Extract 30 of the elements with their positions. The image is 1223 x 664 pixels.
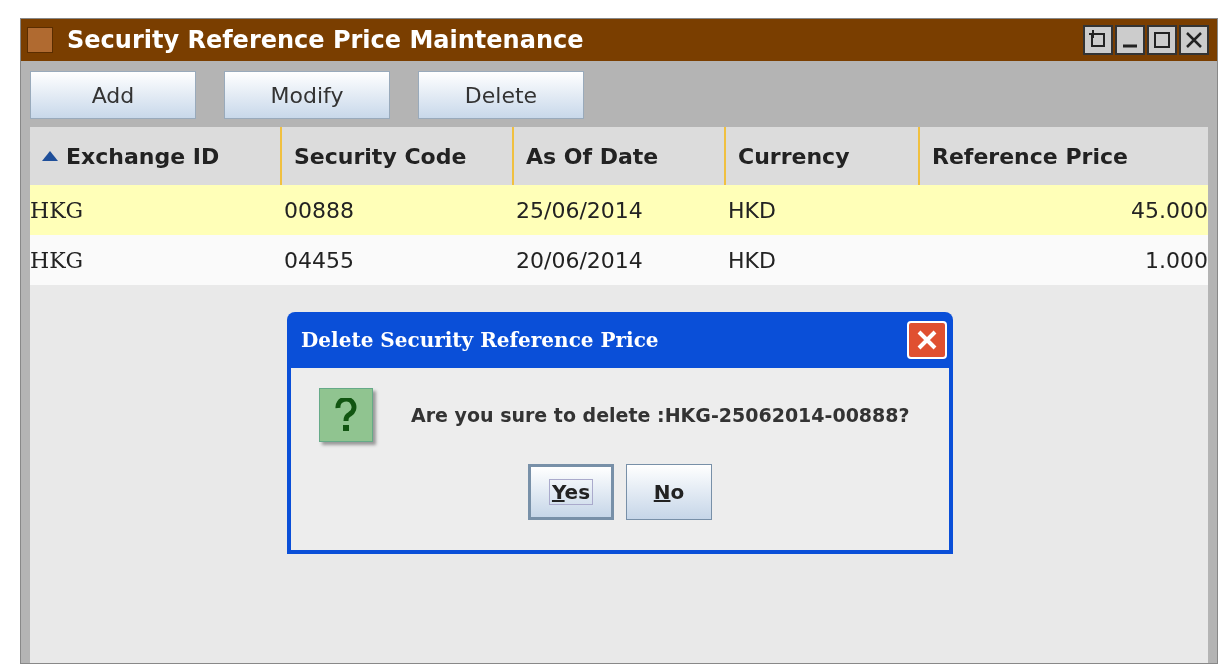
table-cell: 1.000 bbox=[1145, 247, 1208, 273]
table-row[interactable]: HKG 04455 20/06/2014 HKD 1.000 bbox=[30, 235, 1208, 285]
window-title: Security Reference Price Maintenance bbox=[67, 25, 585, 56]
dialog-message: Are you sure to delete :HKG-25062014-00888? bbox=[411, 402, 910, 428]
table-cell: 45.000 bbox=[1131, 197, 1208, 223]
table-cell: 25/06/2014 bbox=[516, 197, 643, 223]
toolbar-button[interactable]: Delete bbox=[418, 71, 584, 119]
window-icon bbox=[27, 27, 53, 53]
toolbar-button[interactable]: Modify bbox=[224, 71, 390, 119]
close-icon[interactable] bbox=[1179, 25, 1209, 55]
toolbar-button[interactable]: Add bbox=[30, 71, 196, 119]
close-icon bbox=[916, 329, 938, 351]
table-cell: HKD bbox=[728, 247, 776, 273]
table-cell: HKG bbox=[30, 197, 84, 223]
table-cell: 00888 bbox=[284, 197, 354, 223]
table-cell: HKD bbox=[728, 197, 776, 223]
table-cell: 04455 bbox=[284, 247, 354, 273]
column-header[interactable]: Reference Price bbox=[920, 127, 1208, 185]
minimize-icon[interactable] bbox=[1115, 25, 1145, 55]
table-row[interactable]: HKG 00888 25/06/2014 HKD 45.000 bbox=[30, 185, 1208, 235]
dialog-title: Delete Security Reference Price bbox=[301, 327, 660, 354]
maximize-icon[interactable] bbox=[1147, 25, 1177, 55]
table-cell: 20/06/2014 bbox=[516, 247, 643, 273]
close-button[interactable] bbox=[907, 321, 947, 359]
sort-ascending-icon bbox=[42, 151, 58, 161]
dialog-button[interactable]: Yes bbox=[528, 464, 614, 520]
dialog-button[interactable]: No bbox=[626, 464, 712, 520]
pin-icon[interactable] bbox=[1083, 25, 1113, 55]
table-cell: HKG bbox=[30, 247, 84, 273]
question-icon bbox=[319, 388, 373, 442]
